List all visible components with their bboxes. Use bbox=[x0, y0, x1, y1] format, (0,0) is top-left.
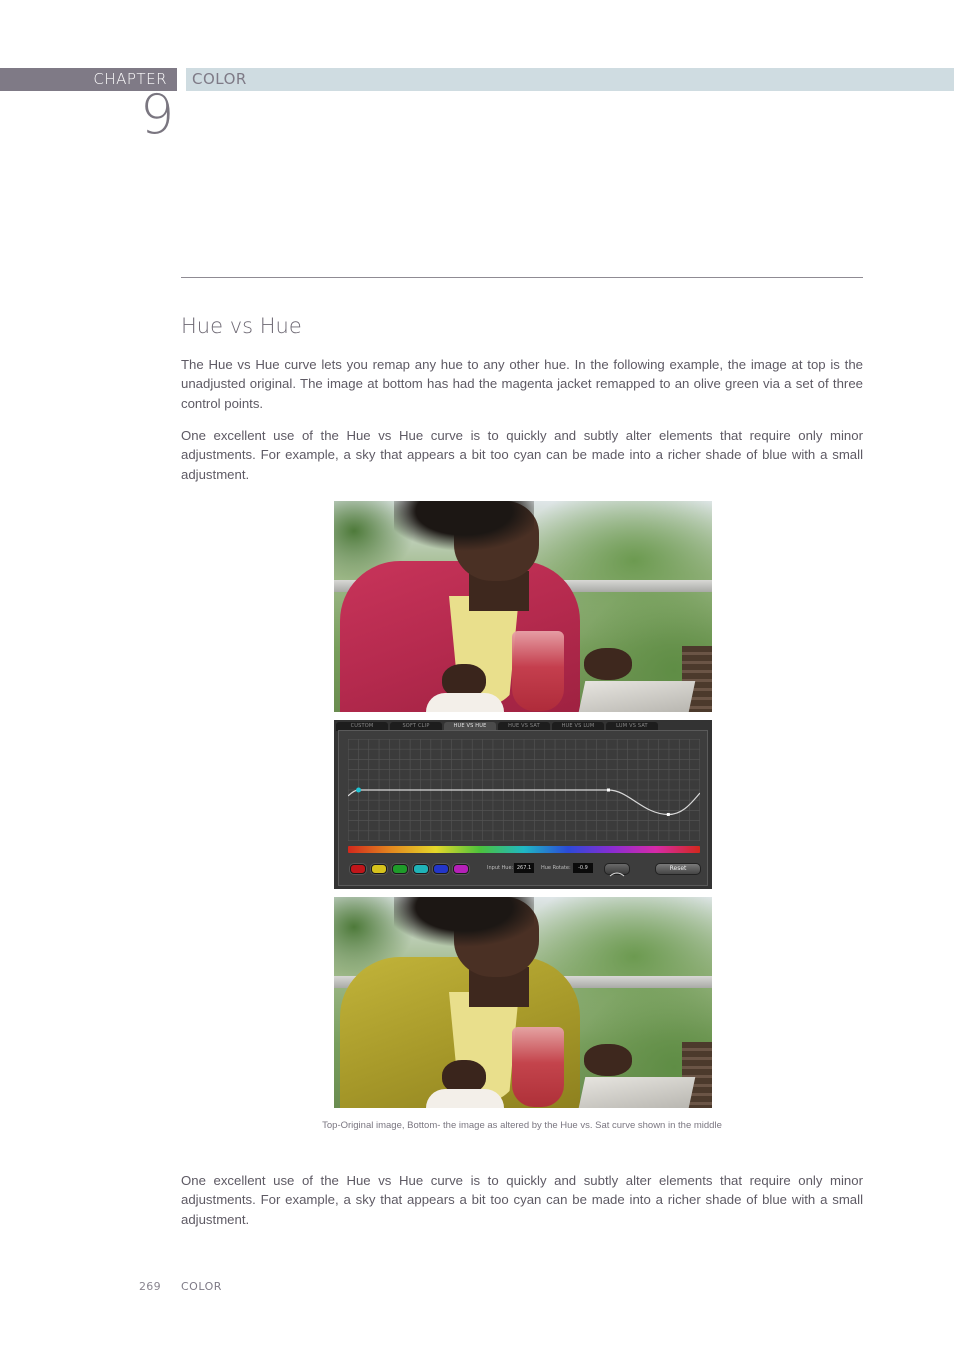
body-paragraph: One excellent use of the Hue vs Hue curv… bbox=[181, 1173, 863, 1227]
body-paragraph: The Hue vs Hue curve lets you remap any … bbox=[181, 357, 863, 411]
body-paragraph: One excellent use of the Hue vs Hue curv… bbox=[181, 428, 863, 482]
control-point bbox=[606, 788, 610, 792]
hue-rotate-field[interactable]: -0.9 bbox=[573, 863, 593, 873]
cup bbox=[426, 693, 504, 712]
footer-section-label: COLOR bbox=[181, 1280, 222, 1293]
book bbox=[578, 1077, 696, 1108]
altered-photo bbox=[334, 897, 712, 1108]
reset-button[interactable]: Reset bbox=[655, 863, 701, 875]
hue-spectrum-bar bbox=[348, 846, 700, 853]
chapter-title-bar: COLOR bbox=[186, 68, 954, 91]
book bbox=[578, 681, 696, 712]
hand bbox=[584, 648, 632, 680]
curve-shape-icon bbox=[609, 872, 625, 877]
drink-glass bbox=[512, 1027, 564, 1107]
figure-caption: Top-Original image, Bottom- the image as… bbox=[322, 1120, 722, 1131]
page-number: 269 bbox=[139, 1280, 161, 1293]
chapter-title: COLOR bbox=[192, 70, 247, 88]
curve-shape-button[interactable] bbox=[604, 863, 630, 877]
hair bbox=[394, 897, 534, 957]
cup bbox=[426, 1089, 504, 1108]
swatch-magenta[interactable] bbox=[453, 864, 469, 874]
swatch-cyan[interactable] bbox=[413, 864, 429, 874]
drink-glass bbox=[512, 631, 564, 711]
swatch-blue[interactable] bbox=[433, 864, 449, 874]
chapter-number: 9 bbox=[140, 83, 175, 146]
section-heading: Hue vs Hue bbox=[181, 314, 302, 338]
swatch-red[interactable] bbox=[350, 864, 366, 874]
input-hue-field[interactable]: 267.1 bbox=[514, 863, 534, 873]
hue-rotate-label: Hue Rotate: bbox=[541, 865, 571, 871]
original-photo bbox=[334, 501, 712, 712]
section-divider bbox=[181, 277, 863, 278]
hair bbox=[394, 501, 534, 561]
curve-graph[interactable] bbox=[348, 739, 700, 841]
control-point bbox=[666, 812, 670, 816]
control-point-selected bbox=[356, 787, 362, 793]
swatch-green[interactable] bbox=[392, 864, 408, 874]
input-hue-label: Input Hue: bbox=[487, 865, 514, 871]
hand bbox=[584, 1044, 632, 1076]
swatch-yellow[interactable] bbox=[371, 864, 387, 874]
